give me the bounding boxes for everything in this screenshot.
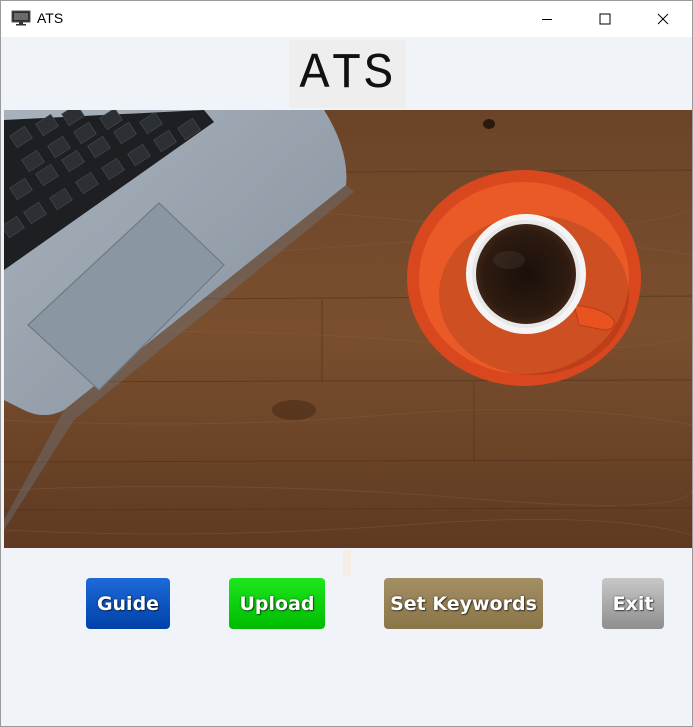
minimize-icon (541, 10, 553, 29)
title-bar[interactable]: ATS (1, 1, 692, 37)
hero-image (4, 110, 692, 548)
monitor-icon (11, 10, 31, 26)
app-window: ATS ATS Guide Upload Set Keywords Exit (0, 0, 693, 727)
maximize-icon (599, 10, 611, 29)
close-icon (657, 10, 669, 29)
divider (343, 550, 351, 576)
window-title: ATS (37, 10, 64, 26)
guide-button[interactable]: Guide (86, 578, 170, 629)
app-heading: ATS (289, 40, 406, 108)
minimize-button[interactable] (518, 1, 576, 37)
upload-button[interactable]: Upload (229, 578, 325, 629)
maximize-button[interactable] (576, 1, 634, 37)
close-button[interactable] (634, 1, 692, 37)
set-keywords-button[interactable]: Set Keywords (384, 578, 543, 629)
exit-button[interactable]: Exit (602, 578, 664, 629)
page-title: ATS (299, 45, 396, 103)
